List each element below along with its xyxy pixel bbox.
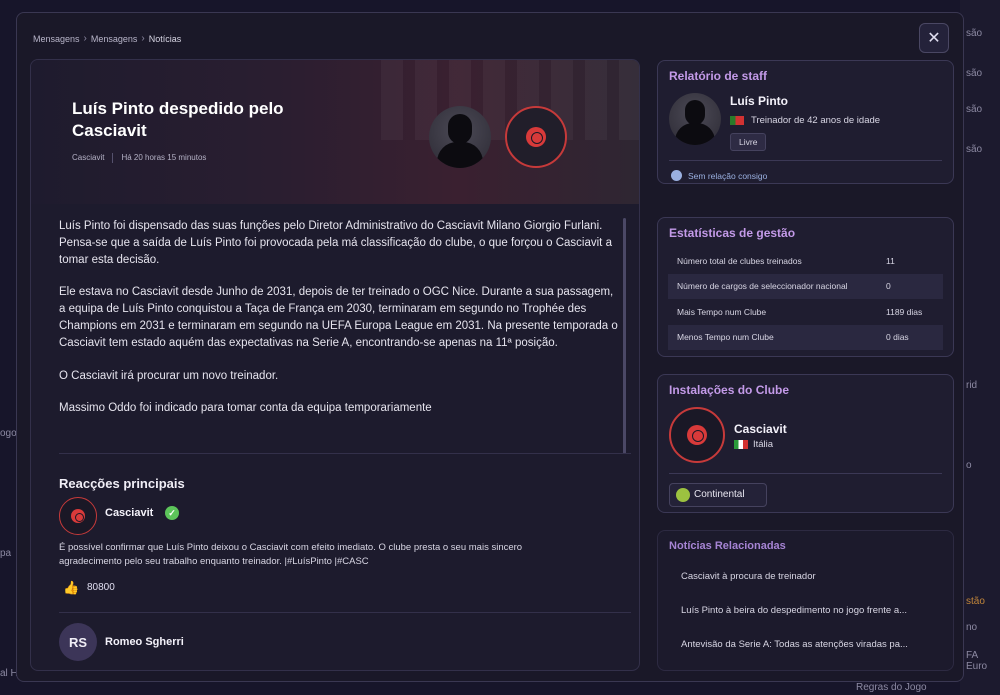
background-label: FA Euro — [966, 650, 988, 672]
status-badge: Livre — [730, 133, 767, 151]
meta-divider — [112, 153, 114, 163]
breadcrumb: Mensagens › Mensagens › Notícias — [33, 33, 181, 44]
manager-avatar[interactable] — [429, 106, 491, 168]
card-title: Notícias Relacionadas — [669, 540, 786, 552]
background-label: são — [966, 144, 983, 155]
background-label: o — [966, 460, 972, 471]
avatar-head — [685, 100, 705, 125]
card-title: Estatísticas de gestão — [669, 226, 796, 240]
verified-icon: ✓ — [165, 506, 179, 520]
stat-value: 0 dias — [886, 332, 909, 343]
article-paragraph: Massimo Oddo foi indicado para tomar con… — [59, 402, 432, 415]
background-label: são — [966, 104, 983, 115]
background-label: rid — [966, 380, 978, 391]
staff-description: Treinador de 42 anos de idade — [751, 115, 881, 126]
thumbs-up-icon[interactable]: 👍 — [63, 580, 79, 596]
breadcrumb-item[interactable]: Mensagens — [33, 34, 80, 44]
club-country: Itália — [753, 439, 774, 450]
news-modal: Mensagens › Mensagens › Notícias ✕ Luís … — [16, 12, 964, 682]
background-label: ogo — [0, 428, 17, 439]
stat-label: Mais Tempo num Clube — [677, 306, 767, 317]
reactions-title: Reacções principais — [59, 476, 185, 491]
article-paragraph: O Casciavit irá procurar um novo treinad… — [59, 369, 279, 382]
article-meta: Casciavit Há 20 horas 15 minutos — [72, 153, 206, 163]
stat-label: Menos Tempo num Clube — [677, 332, 774, 343]
relation-text: Sem relação consigo — [688, 171, 768, 181]
background-label: pa — [0, 548, 12, 559]
club-crest-icon — [526, 127, 546, 147]
management-stats-card: Estatísticas de gestão Número total de c… — [657, 217, 954, 357]
portugal-flag-icon — [730, 116, 744, 125]
competition-label: Continental — [694, 489, 745, 500]
club-badge[interactable] — [505, 106, 567, 168]
stat-label: Número total de clubes treinados — [677, 255, 802, 266]
article-source: Casciavit — [72, 153, 105, 162]
article-body: Luís Pinto foi dispensado das suas funçõ… — [59, 218, 619, 433]
avatar[interactable]: RS — [59, 623, 97, 661]
club-name[interactable]: Casciavit — [734, 422, 787, 436]
table-row: Número total de clubes treinados 11 — [668, 248, 943, 274]
close-button[interactable]: ✕ — [919, 23, 949, 53]
ball-icon — [676, 488, 690, 502]
reaction-author[interactable]: Casciavit — [105, 507, 153, 519]
chevron-right-icon: › — [83, 33, 87, 44]
article-time: Há 20 horas 15 minutos — [121, 153, 207, 162]
club-badge-small[interactable] — [59, 497, 97, 535]
background-label: no — [966, 622, 978, 633]
article-paragraph: Ele estava no Casciavit desde Junho de 2… — [59, 286, 618, 349]
stat-value: 11 — [886, 255, 895, 266]
close-icon: ✕ — [927, 30, 941, 47]
article-card: Luís Pinto despedido pelo Casciavit Casc… — [30, 59, 640, 671]
competition-pill[interactable]: Continental — [669, 483, 767, 507]
reaction-text: É possível confirmar que Luís Pinto deix… — [59, 542, 523, 567]
article-scrollbar[interactable] — [623, 218, 626, 454]
card-title: Relatório de staff — [669, 69, 768, 83]
table-row: Menos Tempo num Clube 0 dias — [668, 324, 943, 350]
staff-name[interactable]: Luís Pinto — [730, 94, 788, 108]
avatar-body — [675, 123, 715, 145]
stat-value: 0 — [886, 281, 891, 292]
table-row: Mais Tempo num Clube 1189 dias — [668, 299, 943, 325]
club-crest-icon — [687, 425, 707, 445]
avatar-head — [448, 114, 472, 144]
background-label: stão — [966, 596, 985, 607]
news-link[interactable]: Casciavit à procura de treinador — [681, 571, 941, 582]
news-link[interactable]: Antevisão da Serie A: Todas as atenções … — [681, 639, 941, 650]
divider — [59, 453, 631, 454]
italy-flag-icon — [734, 440, 748, 449]
club-facilities-card: Instalações do Clube Casciavit Itália Co… — [657, 374, 954, 513]
like-count: 80800 — [87, 582, 115, 593]
club-crest-icon — [71, 509, 85, 523]
card-title: Instalações do Clube — [669, 383, 790, 397]
stats-table: Número total de clubes treinados 11 Núme… — [668, 248, 943, 350]
divider — [669, 160, 942, 161]
news-link[interactable]: Luís Pinto à beira do despedimento no jo… — [681, 605, 941, 616]
face-icon — [671, 170, 682, 181]
staff-report-card: Relatório de staff Luís Pinto Treinador … — [657, 60, 954, 184]
background-label: são — [966, 68, 983, 79]
staff-avatar[interactable] — [669, 93, 721, 145]
related-news-card: Notícias Relacionadas Casciavit à procur… — [657, 530, 954, 671]
reaction-author[interactable]: Romeo Sgherri — [105, 636, 184, 648]
club-badge[interactable] — [669, 407, 725, 463]
avatar-body — [437, 142, 483, 168]
article-paragraph: Luís Pinto foi dispensado das suas funçõ… — [59, 220, 612, 266]
breadcrumb-item[interactable]: Mensagens — [91, 34, 138, 44]
table-row: Número de cargos de seleccionador nacion… — [668, 273, 943, 299]
divider — [669, 473, 942, 474]
background-label: são — [966, 28, 983, 39]
stat-value: 1189 dias — [886, 306, 923, 317]
divider — [59, 612, 631, 613]
breadcrumb-current: Notícias — [148, 33, 182, 44]
chevron-right-icon: › — [141, 33, 145, 44]
article-title: Luís Pinto despedido pelo Casciavit — [72, 99, 284, 140]
stat-label: Número de cargos de seleccionador nacion… — [677, 281, 848, 292]
background-label: Regras do Jogo — [856, 682, 927, 693]
